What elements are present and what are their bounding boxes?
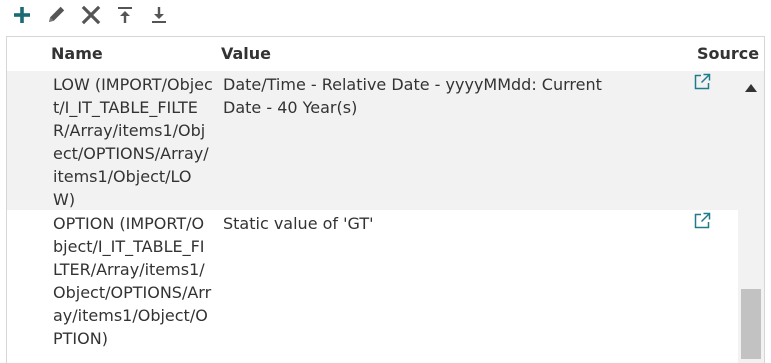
arrow-to-bottom-icon <box>152 7 166 23</box>
move-to-bottom-button[interactable] <box>146 2 172 28</box>
table-row[interactable]: LOW (IMPORT/Object/I_IT_TABLE_FILTER/Arr… <box>7 71 738 210</box>
plus-icon <box>14 7 30 23</box>
source-link-button[interactable] <box>693 73 711 91</box>
grid-body: LOW (IMPORT/Object/I_IT_TABLE_FILTER/Arr… <box>7 71 738 363</box>
row-name: OPTION (IMPORT/Object/I_IT_TABLE_FILTER/… <box>53 214 212 348</box>
column-header-value[interactable]: Value <box>221 44 271 63</box>
external-link-icon <box>694 212 711 229</box>
triangle-up-icon <box>745 84 757 92</box>
table-row[interactable]: OPTION (IMPORT/Object/I_IT_TABLE_FILTER/… <box>7 210 738 363</box>
toolbar <box>0 0 771 32</box>
scrollbar-thumb[interactable] <box>741 289 761 359</box>
external-link-icon <box>694 73 711 90</box>
pencil-icon <box>49 6 65 22</box>
vertical-scrollbar[interactable] <box>738 71 764 363</box>
row-value: Date/Time - Relative Date - yyyyMMdd: Cu… <box>223 75 602 117</box>
edit-button[interactable] <box>43 2 69 28</box>
move-to-top-button[interactable] <box>112 2 138 28</box>
close-icon <box>81 5 101 25</box>
scroll-up-arrow[interactable] <box>744 80 758 92</box>
grid-header: Name Value Source <box>7 37 764 71</box>
add-button[interactable] <box>9 2 35 28</box>
delete-button[interactable] <box>78 2 104 28</box>
arrow-to-top-icon <box>118 7 132 23</box>
column-header-source[interactable]: Source <box>697 44 759 63</box>
parameters-grid: Name Value Source LOW (IMPORT/Object/I_I… <box>6 36 765 363</box>
row-name: LOW (IMPORT/Object/I_IT_TABLE_FILTER/Arr… <box>53 75 213 209</box>
row-value: Static value of 'GT' <box>223 214 374 233</box>
column-header-name[interactable]: Name <box>51 44 103 63</box>
source-link-button[interactable] <box>693 212 711 230</box>
